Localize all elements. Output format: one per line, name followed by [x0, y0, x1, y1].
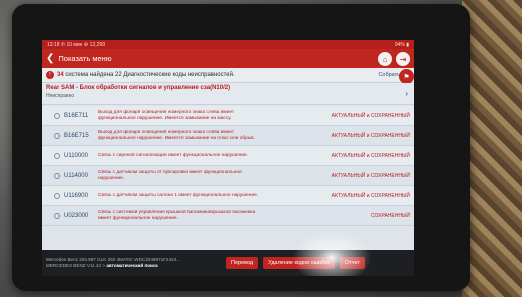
- dtc-code: U114000: [64, 172, 88, 179]
- dtc-code: U023000: [64, 212, 89, 219]
- collect-button[interactable]: Собрать: [378, 72, 400, 78]
- dtc-description: Связь с сиреной сигнализации имеет функц…: [98, 152, 248, 158]
- summary-text: система найдена 22 Диагностические коды …: [65, 72, 235, 78]
- radio-icon[interactable]: [54, 132, 60, 139]
- bottom-bar: Mercedes Benz 204.987 GLK 350 4MATIC WDC…: [42, 250, 414, 276]
- dtc-code: B16E715: [64, 132, 89, 139]
- dtc-row[interactable]: B16E715 Выход для фонаря освещения номер…: [42, 126, 414, 146]
- radio-icon[interactable]: [54, 112, 60, 119]
- dtc-row[interactable]: U114000 Связь с датчиком защиты от букси…: [42, 166, 414, 186]
- dtc-description: Связь с датчиком защиты от буксировки им…: [98, 169, 242, 181]
- dtc-code: U116900: [64, 192, 88, 199]
- dtc-row[interactable]: U116900 Связь с датчиком защиты салона 1…: [42, 186, 414, 206]
- radio-icon[interactable]: [54, 152, 60, 159]
- scan-mode: автоматический поиск: [106, 263, 158, 268]
- info-icon: !: [46, 71, 54, 79]
- dtc-code: B16E711: [64, 112, 89, 119]
- dtc-status: АКТУАЛЬНЫЙ и СОХРАНЕННЫЙ: [331, 152, 410, 159]
- dtc-description: Выход для фонаря освещения номерного зна…: [98, 129, 256, 141]
- chevron-right-icon[interactable]: ›: [405, 89, 408, 98]
- dtc-status: АКТУАЛЬНЫЙ и СОХРАНЕННЫЙ: [331, 192, 410, 199]
- dtc-row[interactable]: U110000 Связь с сиреной сигнализации име…: [42, 146, 414, 166]
- radio-icon[interactable]: [54, 212, 60, 219]
- systems-count: 34: [57, 72, 64, 78]
- status-right: 94% ▮: [394, 41, 409, 48]
- tablet-device: 13:18 ✆ 10 мин ⚙ 12,299 94% ▮ ❮ Показать…: [12, 4, 470, 291]
- radio-icon[interactable]: [54, 172, 60, 179]
- vehicle-info: Mercedes Benz 204.987 GLK 350 4MATIC WDC…: [46, 257, 221, 269]
- home-icon[interactable]: ⌂: [378, 52, 392, 66]
- dtc-code: U110000: [64, 152, 88, 159]
- dtc-row[interactable]: B16E711 Выход для фонаря освещения номер…: [42, 106, 414, 126]
- module-state: Неисправно: [46, 93, 75, 99]
- title-bar: ❮ Показать меню ⌂ ⇥: [42, 49, 414, 68]
- translate-button[interactable]: Перевод: [226, 257, 259, 269]
- dtc-status: АКТУАЛЬНЫЙ и СОХРАНЕННЫЙ: [331, 172, 410, 179]
- tablet-screen: 13:18 ✆ 10 мин ⚙ 12,299 94% ▮ ❮ Показать…: [42, 40, 414, 276]
- report-button[interactable]: Отчет: [339, 257, 365, 269]
- module-header[interactable]: Rear SAM - Блок обработки сигналов и упр…: [42, 83, 414, 105]
- back-icon[interactable]: ❮: [46, 53, 54, 64]
- dtc-list: B16E711 Выход для фонаря освещения номер…: [42, 106, 414, 226]
- background-frame: [462, 0, 522, 297]
- dtc-description: Выход для фонаря освещения номерного зна…: [98, 109, 235, 121]
- dtc-description: Связь с датчиком защиты салона 1 имеет ф…: [98, 192, 259, 198]
- status-left: 13:18 ✆ 10 мин ⚙ 12,299: [47, 41, 105, 48]
- summary-line: ! 34 система найдена 22 Диагностические …: [42, 68, 414, 84]
- dtc-row[interactable]: U023000 Связь с системой управления крыш…: [42, 206, 414, 226]
- flag-icon[interactable]: ⚑: [399, 69, 414, 84]
- module-name: Rear SAM - Блок обработки сигналов и упр…: [46, 85, 231, 91]
- status-bar: 13:18 ✆ 10 мин ⚙ 12,299 94% ▮: [42, 40, 414, 49]
- dtc-status: АКТУАЛЬНЫЙ и СОХРАНЕННЫЙ: [331, 112, 410, 119]
- vehicle-line-2: MERCEDES BENZ V11.24 >: [46, 263, 106, 268]
- radio-icon[interactable]: [54, 192, 60, 199]
- dtc-description: Связь с системой управления крышкой бага…: [98, 209, 256, 221]
- page-title[interactable]: Показать меню: [58, 54, 111, 63]
- dtc-status: АКТУАЛЬНЫЙ и СОХРАНЕННЫЙ: [331, 132, 410, 139]
- exit-icon[interactable]: ⇥: [396, 52, 410, 66]
- dtc-status: СОХРАНЕННЫЙ: [370, 212, 410, 219]
- clear-codes-button[interactable]: Удаление кодов ошибок: [263, 257, 335, 269]
